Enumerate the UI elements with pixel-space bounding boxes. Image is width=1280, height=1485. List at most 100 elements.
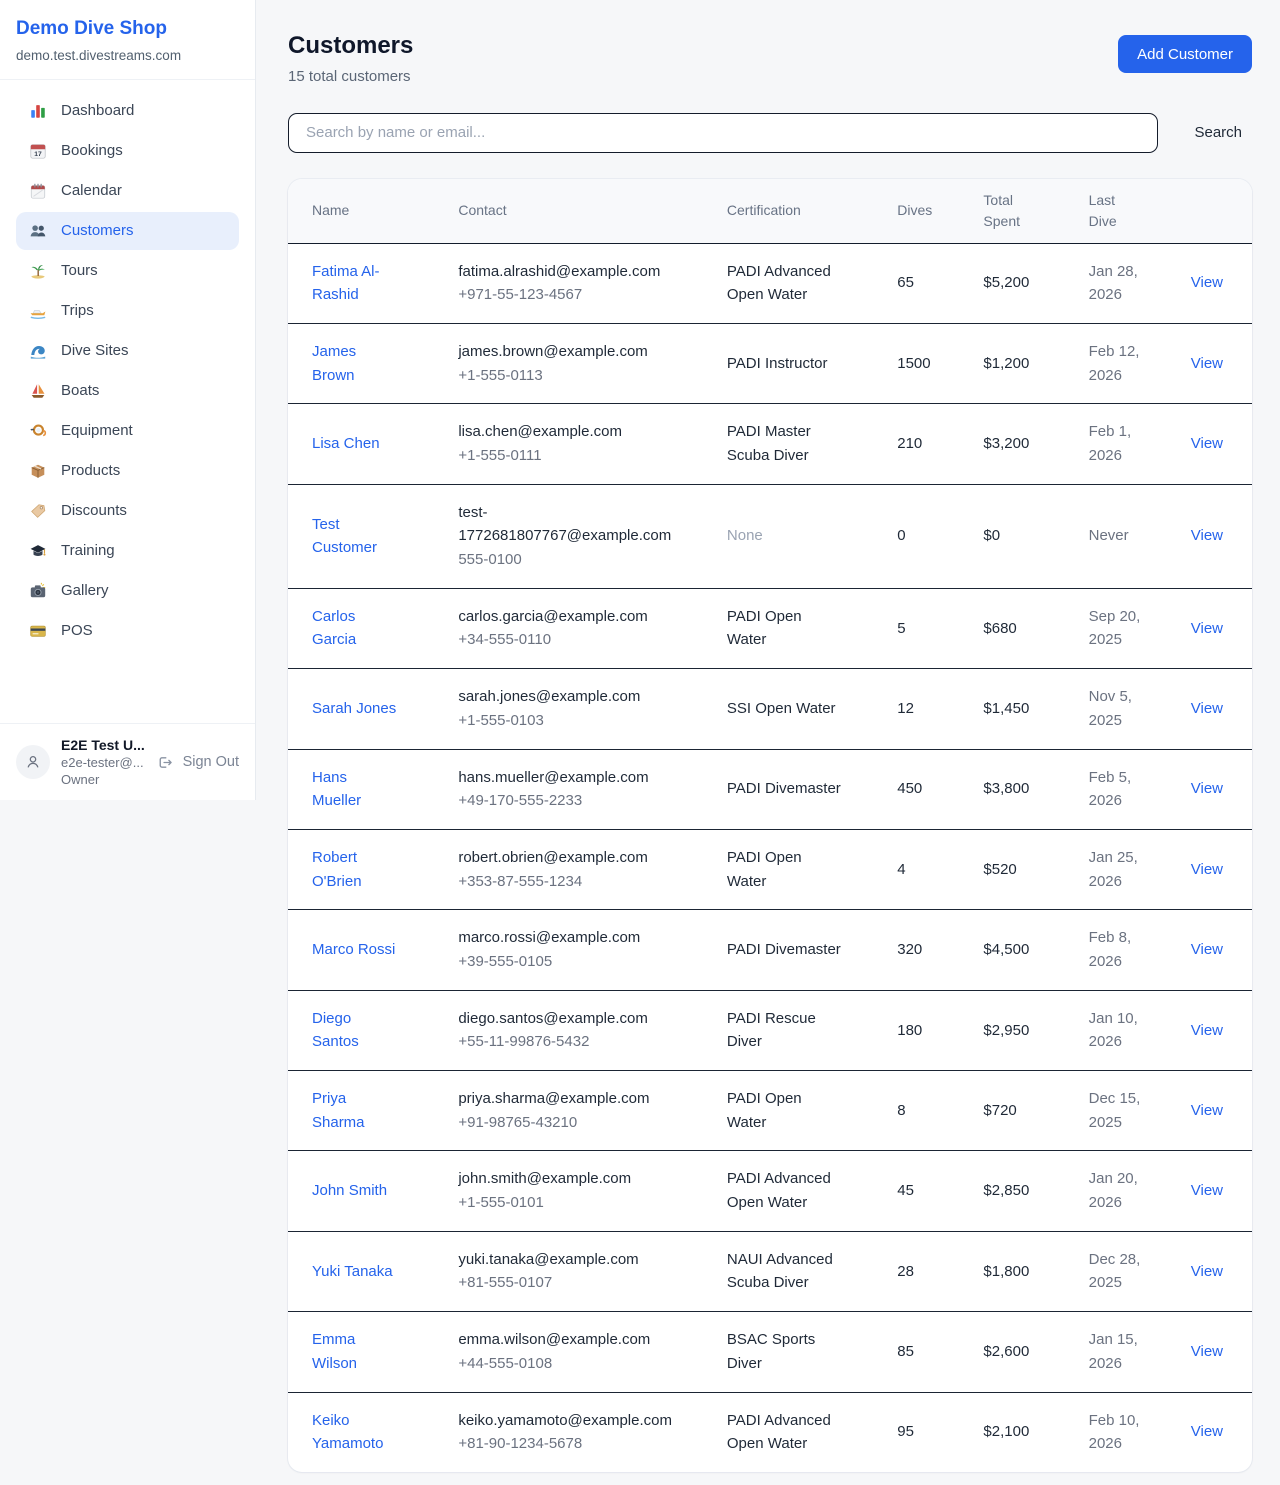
sign-out-icon xyxy=(155,753,175,771)
dive-sites-wave-icon xyxy=(28,342,48,360)
customer-phone: +49-170-555-2233 xyxy=(458,789,665,813)
sidebar-item-training[interactable]: Training xyxy=(16,532,239,570)
search-input[interactable] xyxy=(288,113,1158,153)
customer-last-dive: Jan 10, 2026 xyxy=(1089,990,1179,1070)
view-customer-link[interactable]: View xyxy=(1191,1022,1223,1039)
customer-email: emma.wilson@example.com xyxy=(458,1328,665,1352)
column-header-contact: Contact xyxy=(458,179,727,244)
customer-row: Lisa Chen lisa.chen@example.com +1-555-0… xyxy=(288,404,1252,484)
column-header-certification: Certification xyxy=(727,179,897,244)
customer-email: marco.rossi@example.com xyxy=(458,926,665,950)
customer-name-link[interactable]: Emma Wilson xyxy=(312,1331,357,1372)
sidebar-item-products[interactable]: Products xyxy=(16,452,239,490)
customer-last-dive: Jan 20, 2026 xyxy=(1089,1151,1179,1231)
view-customer-link[interactable]: View xyxy=(1191,1343,1223,1360)
customer-certification: PADI Open Water xyxy=(727,829,897,909)
search-button[interactable]: Search xyxy=(1184,124,1252,141)
sidebar-item-discounts[interactable]: Discounts xyxy=(16,492,239,530)
customer-phone: +81-90-1234-5678 xyxy=(458,1432,665,1456)
sign-out-button[interactable]: Sign Out xyxy=(155,753,239,771)
customer-certification: PADI Master Scuba Diver xyxy=(727,404,897,484)
customer-certification: None xyxy=(727,484,897,588)
view-customer-link[interactable]: View xyxy=(1191,620,1223,637)
customer-name-link[interactable]: Priya Sharma xyxy=(312,1090,365,1131)
customer-name-link[interactable]: Diego Santos xyxy=(312,1010,359,1051)
sidebar-item-bookings[interactable]: 17 Bookings xyxy=(16,132,239,170)
view-customer-link[interactable]: View xyxy=(1191,861,1223,878)
sidebar-item-customers[interactable]: Customers xyxy=(16,212,239,250)
customer-last-dive: Dec 28, 2025 xyxy=(1089,1231,1179,1311)
customer-name-link[interactable]: Carlos Garcia xyxy=(312,608,356,649)
main-header: Customers 15 total customers Add Custome… xyxy=(288,32,1252,85)
customer-last-dive: Feb 10, 2026 xyxy=(1089,1392,1179,1472)
customer-email: robert.obrien@example.com xyxy=(458,846,665,870)
customer-name-link[interactable]: James Brown xyxy=(312,343,356,384)
view-customer-link[interactable]: View xyxy=(1191,527,1223,544)
user-email: e2e-tester@... xyxy=(61,755,144,770)
customer-last-dive: Never xyxy=(1089,484,1179,588)
view-customer-link[interactable]: View xyxy=(1191,1423,1223,1440)
column-header-name: Name xyxy=(288,179,458,244)
customer-row: Carlos Garcia carlos.garcia@example.com … xyxy=(288,588,1252,668)
sidebar-item-dashboard[interactable]: Dashboard xyxy=(16,92,239,130)
sidebar-item-dive-sites[interactable]: Dive Sites xyxy=(16,332,239,370)
user-role: Owner xyxy=(61,772,144,787)
customer-total-spent: $5,200 xyxy=(983,243,1088,323)
customer-name-link[interactable]: Robert O'Brien xyxy=(312,849,362,890)
column-header-dives: Dives xyxy=(897,179,983,244)
sidebar-item-pos[interactable]: POS xyxy=(16,612,239,650)
app-layout: Demo Dive Shop demo.test.divestreams.com… xyxy=(0,0,1280,1472)
sidebar-item-boats[interactable]: Boats xyxy=(16,372,239,410)
customer-name-link[interactable]: Marco Rossi xyxy=(312,941,395,958)
customer-dives: 1500 xyxy=(897,323,983,403)
view-customer-link[interactable]: View xyxy=(1191,941,1223,958)
sidebar-item-trips[interactable]: Trips xyxy=(16,292,239,330)
customer-total-spent: $0 xyxy=(983,484,1088,588)
customer-last-dive: Sep 20, 2025 xyxy=(1089,588,1179,668)
main-content: Customers 15 total customers Add Custome… xyxy=(256,0,1280,1472)
sidebar-item-equipment[interactable]: Equipment xyxy=(16,412,239,450)
discounts-tag-icon xyxy=(28,502,48,520)
view-customer-link[interactable]: View xyxy=(1191,1263,1223,1280)
customer-phone: +39-555-0105 xyxy=(458,950,665,974)
customer-last-dive: Jan 28, 2026 xyxy=(1089,243,1179,323)
customer-row: Yuki Tanaka yuki.tanaka@example.com +81-… xyxy=(288,1231,1252,1311)
sidebar-item-tours[interactable]: Tours xyxy=(16,252,239,290)
view-customer-link[interactable]: View xyxy=(1191,435,1223,452)
equipment-dive-mask-icon xyxy=(28,422,48,440)
view-customer-link[interactable]: View xyxy=(1191,355,1223,372)
customer-row: Marco Rossi marco.rossi@example.com +39-… xyxy=(288,910,1252,990)
view-customer-link[interactable]: View xyxy=(1191,780,1223,797)
customer-email: james.brown@example.com xyxy=(458,340,665,364)
sidebar-item-gallery[interactable]: Gallery xyxy=(16,572,239,610)
shop-name: Demo Dive Shop xyxy=(16,18,239,41)
calendar-icon xyxy=(28,182,48,200)
view-customer-link[interactable]: View xyxy=(1191,1102,1223,1119)
customer-name-link[interactable]: John Smith xyxy=(312,1182,387,1199)
customer-name-link[interactable]: Lisa Chen xyxy=(312,435,380,452)
customer-name-link[interactable]: Fatima Al-Rashid xyxy=(312,263,380,304)
add-customer-button[interactable]: Add Customer xyxy=(1118,35,1252,73)
customer-email: sarah.jones@example.com xyxy=(458,685,665,709)
customer-name-link[interactable]: Yuki Tanaka xyxy=(312,1263,393,1280)
view-customer-link[interactable]: View xyxy=(1191,274,1223,291)
customer-phone: +55-11-99876-5432 xyxy=(458,1030,665,1054)
customer-certification: PADI Instructor xyxy=(727,323,897,403)
customer-certification: NAUI Advanced Scuba Diver xyxy=(727,1231,897,1311)
customer-name-link[interactable]: Sarah Jones xyxy=(312,700,396,717)
dashboard-icon xyxy=(28,102,48,120)
sidebar-item-calendar[interactable]: Calendar xyxy=(16,172,239,210)
customer-name-link[interactable]: Hans Mueller xyxy=(312,769,361,810)
column-header-last-dive: Last Dive xyxy=(1089,179,1179,244)
customer-email: test-1772681807767@example.com xyxy=(458,501,665,548)
view-customer-link[interactable]: View xyxy=(1191,700,1223,717)
customer-certification: SSI Open Water xyxy=(727,669,897,749)
view-customer-link[interactable]: View xyxy=(1191,1182,1223,1199)
customer-name-link[interactable]: Test Customer xyxy=(312,516,377,557)
customer-email: carlos.garcia@example.com xyxy=(458,605,665,629)
customer-name-link[interactable]: Keiko Yamamoto xyxy=(312,1412,383,1453)
customer-certification: PADI Advanced Open Water xyxy=(727,243,897,323)
shop-domain: demo.test.divestreams.com xyxy=(16,48,239,63)
user-meta: E2E Test U... e2e-tester@... Owner xyxy=(61,737,144,787)
customer-phone: +971-55-123-4567 xyxy=(458,283,665,307)
